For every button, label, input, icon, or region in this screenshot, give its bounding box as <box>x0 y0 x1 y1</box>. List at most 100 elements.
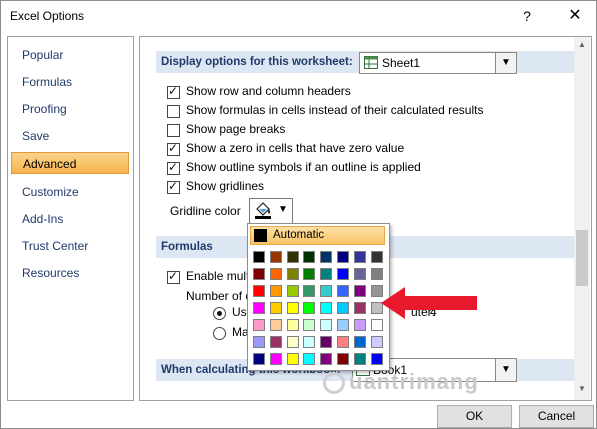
dialog-title: Excel Options <box>10 9 85 23</box>
nav-item-customize[interactable]: Customize <box>11 181 129 203</box>
color-swatch[interactable] <box>286 302 299 314</box>
color-swatch[interactable] <box>253 336 265 348</box>
color-swatch[interactable] <box>303 251 316 263</box>
ok-button[interactable]: OK <box>437 405 512 428</box>
chevron-down-icon[interactable]: ▼ <box>495 53 516 73</box>
nav-item-formulas[interactable]: Formulas <box>11 71 129 93</box>
automatic-color-option[interactable]: Automatic <box>250 226 385 245</box>
chevron-down-icon[interactable]: ▼ <box>495 359 516 381</box>
color-swatch[interactable] <box>320 285 333 297</box>
color-swatch[interactable] <box>303 336 316 348</box>
color-swatch[interactable] <box>269 302 282 314</box>
color-swatch[interactable] <box>337 251 349 263</box>
color-swatch[interactable] <box>269 336 282 348</box>
title-bar: Excel Options ? ✕ <box>1 1 596 33</box>
checkbox-show-formulas[interactable] <box>167 105 180 118</box>
color-swatch[interactable] <box>337 353 349 365</box>
color-swatch[interactable] <box>269 319 282 331</box>
color-swatch[interactable] <box>253 268 265 280</box>
scroll-up-icon[interactable]: ▲ <box>574 40 590 52</box>
color-swatch[interactable] <box>337 268 349 280</box>
color-swatch[interactable] <box>337 336 349 348</box>
nav-item-proofing[interactable]: Proofing <box>11 98 129 120</box>
color-swatch[interactable] <box>253 319 265 331</box>
color-swatch[interactable] <box>286 336 299 348</box>
color-swatch[interactable] <box>286 285 299 297</box>
color-swatch[interactable] <box>370 268 383 280</box>
color-swatch[interactable] <box>253 353 265 365</box>
gridline-color-button[interactable]: ▼ <box>249 198 293 224</box>
nav-item-resources[interactable]: Resources <box>11 262 129 284</box>
label-outline-symbols: Show outline symbols if an outline is ap… <box>186 160 421 174</box>
scroll-thumb[interactable] <box>576 230 588 286</box>
label-row-column-headers: Show row and column headers <box>186 84 351 98</box>
color-swatch[interactable] <box>353 285 366 297</box>
checkbox-page-breaks[interactable] <box>167 124 180 137</box>
color-swatch[interactable] <box>253 251 265 263</box>
sheet-select[interactable]: Sheet1 ▼ <box>359 52 517 74</box>
scroll-down-icon[interactable]: ▼ <box>574 384 590 396</box>
color-swatch[interactable] <box>320 268 333 280</box>
color-swatch[interactable] <box>370 251 383 263</box>
red-arrow-annotation <box>381 287 477 319</box>
color-swatch[interactable] <box>303 319 316 331</box>
checkbox-row-column-headers[interactable] <box>167 84 180 99</box>
watermark-logo-icon <box>323 372 345 394</box>
display-section-title: Display options for this worksheet: <box>161 56 353 68</box>
color-swatch[interactable] <box>353 302 366 314</box>
nav-item-advanced[interactable]: Advanced <box>11 152 129 174</box>
color-swatch[interactable] <box>353 319 366 331</box>
color-swatch[interactable] <box>353 336 366 348</box>
color-swatch[interactable] <box>320 251 333 263</box>
label-show-formulas: Show formulas in cells instead of their … <box>186 103 484 117</box>
color-swatch[interactable] <box>286 353 299 365</box>
color-swatch[interactable] <box>303 302 316 314</box>
color-swatch[interactable] <box>253 302 265 314</box>
checkbox-gridlines[interactable] <box>167 179 180 194</box>
color-swatch[interactable] <box>337 302 349 314</box>
checkbox-zero-values[interactable] <box>167 141 180 156</box>
color-swatch[interactable] <box>320 353 333 365</box>
nav-item-add-ins[interactable]: Add-Ins <box>11 208 129 230</box>
color-swatch[interactable] <box>320 302 333 314</box>
color-swatch[interactable] <box>286 251 299 263</box>
color-swatch[interactable] <box>253 285 265 297</box>
nav-item-popular[interactable]: Popular <box>11 44 129 66</box>
nav-item-save[interactable]: Save <box>11 125 129 147</box>
color-swatch[interactable] <box>303 285 316 297</box>
color-swatch[interactable] <box>269 268 282 280</box>
label-zero-values: Show a zero in cells that have zero valu… <box>186 141 405 155</box>
color-swatch[interactable] <box>337 285 349 297</box>
radio-manual[interactable] <box>213 327 226 340</box>
color-swatch[interactable] <box>286 268 299 280</box>
cancel-button[interactable]: Cancel <box>519 405 594 428</box>
color-swatch[interactable] <box>370 336 383 348</box>
chevron-down-icon[interactable]: ▼ <box>278 204 288 215</box>
automatic-swatch <box>254 229 267 242</box>
color-swatch[interactable] <box>303 268 316 280</box>
color-swatch[interactable] <box>320 336 333 348</box>
radio-use-all-processors[interactable] <box>213 307 226 320</box>
checkbox-enable-multithreading[interactable] <box>167 269 180 284</box>
color-swatch[interactable] <box>320 319 333 331</box>
color-swatch[interactable] <box>269 285 282 297</box>
checkbox-outline-symbols[interactable] <box>167 160 180 175</box>
color-swatch[interactable] <box>269 251 282 263</box>
category-nav: Popular Formulas Proofing Save Advanced … <box>7 36 134 401</box>
help-icon[interactable]: ? <box>517 6 537 26</box>
color-swatch[interactable] <box>353 251 366 263</box>
label-enable-multithreading: Enable mult <box>186 269 250 283</box>
nav-item-trust-center[interactable]: Trust Center <box>11 235 129 257</box>
color-swatch[interactable] <box>303 353 316 365</box>
color-swatch[interactable] <box>353 268 366 280</box>
color-swatch[interactable] <box>269 353 282 365</box>
excel-options-dialog: Excel Options ? ✕ Popular Formulas Proof… <box>0 0 597 429</box>
automatic-label: Automatic <box>273 229 325 241</box>
vertical-scrollbar[interactable]: ▲ ▼ <box>574 37 590 400</box>
color-palette-dropdown: Automatic <box>247 223 390 371</box>
close-icon[interactable]: ✕ <box>565 6 585 26</box>
color-swatch[interactable] <box>337 319 349 331</box>
color-swatch[interactable] <box>353 353 366 365</box>
color-swatch[interactable] <box>370 353 383 365</box>
color-swatch[interactable] <box>286 319 299 331</box>
